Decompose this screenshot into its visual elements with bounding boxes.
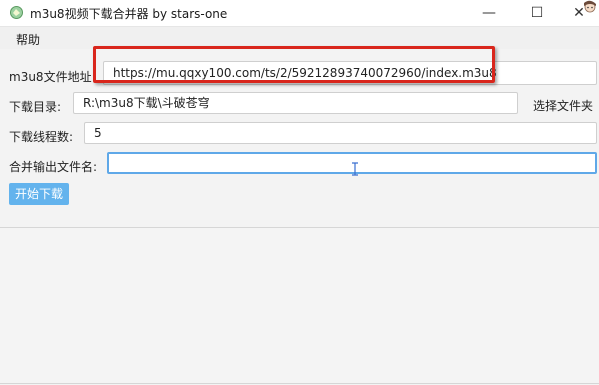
text-cursor-icon (352, 162, 358, 176)
log-area (0, 227, 599, 384)
choose-folder-button[interactable]: 选择文件夹 (533, 97, 593, 114)
url-label: m3u8文件地址: (9, 70, 96, 84)
threads-input[interactable]: 5 (84, 122, 597, 144)
maximize-button[interactable]: ☐ (514, 0, 560, 26)
minimize-button[interactable]: — (466, 0, 512, 26)
start-download-button[interactable]: 开始下载 (9, 183, 69, 205)
highlight-box (93, 46, 495, 83)
window-title: m3u8视频下载合并器 by stars-one (30, 7, 228, 21)
threads-label: 下载线程数: (9, 130, 74, 144)
title-bar: m3u8视频下载合并器 by stars-one — ☐ ✕ (0, 0, 599, 27)
dir-input[interactable]: R:\m3u8下载\斗破苍穹 (73, 92, 518, 114)
dir-label: 下载目录: (9, 100, 62, 114)
corner-avatar-icon (584, 0, 596, 13)
app-icon (10, 6, 23, 19)
output-label: 合并输出文件名: (9, 160, 98, 174)
menu-help[interactable]: 帮助 (16, 31, 40, 48)
